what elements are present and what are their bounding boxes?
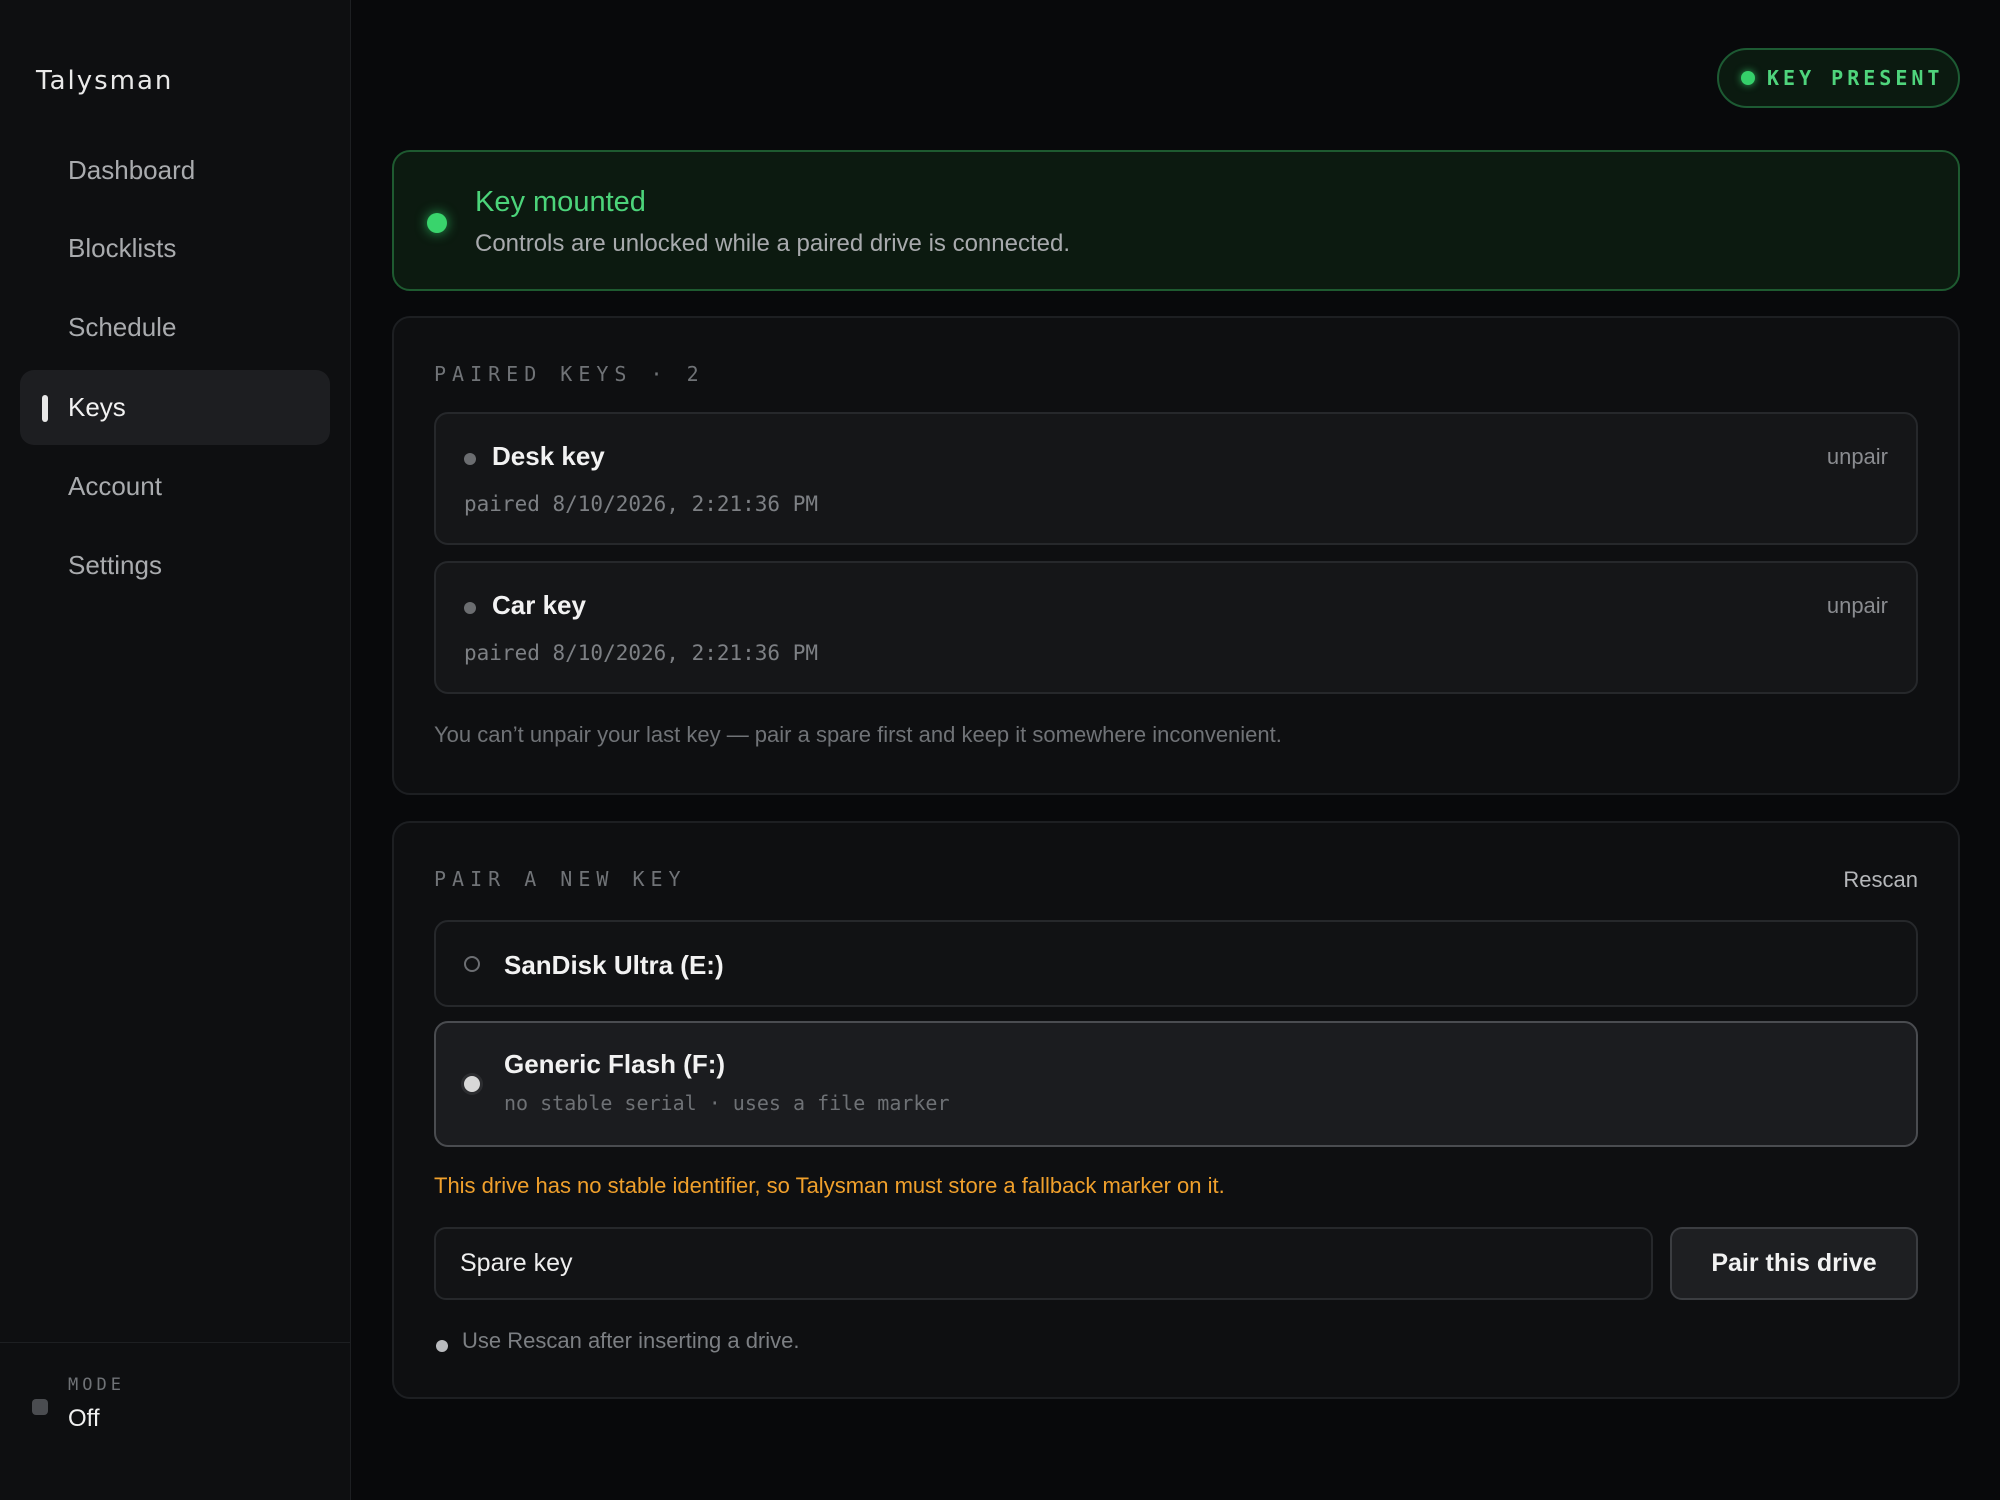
key-paired-date: paired 8/10/2026, 2:21:36 PM (464, 641, 819, 665)
unpair-button[interactable]: unpair (1827, 593, 1888, 619)
banner-subtitle: Controls are unlocked while a paired dri… (475, 230, 1070, 257)
unpair-button[interactable]: unpair (1827, 444, 1888, 470)
rescan-button[interactable]: Rescan (1843, 867, 1918, 893)
paired-key-row: Car key paired 8/10/2026, 2:21:36 PM unp… (434, 561, 1918, 694)
key-present-badge: KEY PRESENT (1717, 48, 1960, 108)
drive-option[interactable]: SanDisk Ultra (E:) (434, 920, 1918, 1007)
rescan-hint: Use Rescan after inserting a drive. (462, 1328, 800, 1353)
radio-button[interactable] (464, 956, 480, 972)
drive-name: SanDisk Ultra (E:) (504, 950, 724, 980)
bullet-icon (436, 1340, 448, 1352)
drive-option-selected[interactable]: Generic Flash (F:) no stable serial · us… (434, 1021, 1918, 1147)
paired-key-row: Desk key paired 8/10/2026, 2:21:36 PM un… (434, 412, 1918, 545)
radio-button[interactable] (464, 1076, 480, 1092)
key-name: Car key (492, 590, 586, 620)
drive-detail: no stable serial · uses a file marker (504, 1091, 950, 1115)
pair-drive-button[interactable]: Pair this drive (1670, 1227, 1918, 1300)
app-window: Talysman Dashboard Blocklists Schedule K… (0, 0, 2000, 1500)
key-name-input[interactable] (434, 1227, 1653, 1300)
unpair-note: You can’t unpair your last key — pair a … (434, 722, 1282, 747)
key-dot-icon (464, 602, 476, 614)
main-content: KEY PRESENT Key mounted Controls are unl… (0, 0, 2000, 1500)
pair-new-key-panel: PAIR A NEW KEY Rescan SanDisk Ultra (E:)… (392, 821, 1960, 1399)
paired-keys-panel: PAIRED KEYS · 2 Desk key paired 8/10/202… (392, 316, 1960, 795)
banner-title: Key mounted (475, 186, 646, 218)
section-title: PAIR A NEW KEY (434, 867, 687, 891)
mounted-status-dot (427, 213, 447, 233)
key-mounted-banner: Key mounted Controls are unlocked while … (392, 150, 1960, 291)
status-dot (1741, 71, 1755, 85)
key-dot-icon (464, 453, 476, 465)
key-paired-date: paired 8/10/2026, 2:21:36 PM (464, 492, 819, 516)
status-badge-text: KEY PRESENT (1767, 66, 1944, 90)
section-title: PAIRED KEYS · 2 (434, 362, 705, 386)
drive-name: Generic Flash (F:) (504, 1049, 726, 1079)
warning-message: This drive has no stable identifier, so … (434, 1173, 1225, 1198)
key-name: Desk key (492, 441, 605, 471)
